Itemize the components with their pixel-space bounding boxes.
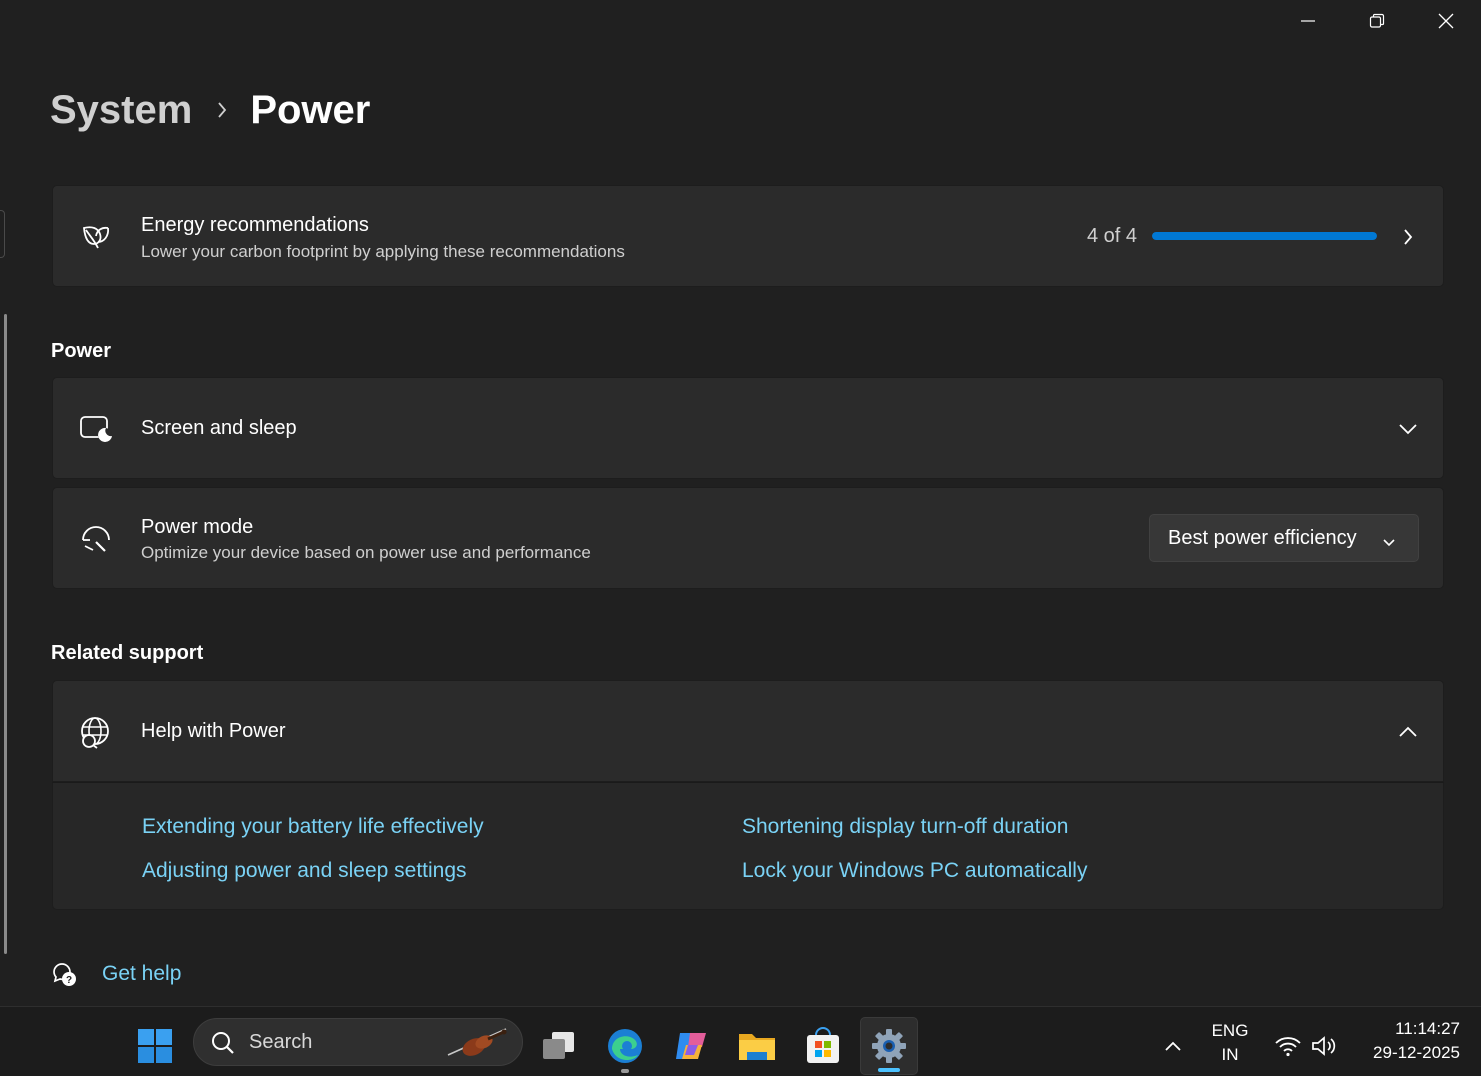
close-icon (1438, 13, 1454, 29)
chevron-down-icon (1382, 531, 1396, 554)
power-mode-subtitle: Optimize your device based on power use … (141, 543, 591, 562)
gear-icon (872, 1029, 906, 1063)
volume-icon (1312, 1036, 1336, 1056)
chat-help-icon: ? (53, 963, 76, 986)
globe-help-icon (79, 715, 113, 749)
chevron-down-icon (1397, 418, 1419, 440)
task-view-button[interactable] (530, 1017, 588, 1075)
nav-pane-edge[interactable] (0, 210, 5, 258)
microsoft-store-button[interactable] (794, 1017, 852, 1075)
close-button[interactable] (1412, 0, 1480, 42)
running-indicator (621, 1069, 629, 1073)
energy-subtitle: Lower your carbon footprint by applying … (141, 242, 625, 261)
store-icon (807, 1027, 839, 1063)
power-mode-dropdown[interactable]: Best power efficiency (1149, 514, 1419, 562)
edge-icon (608, 1029, 642, 1063)
screen-sleep-title: Screen and sleep (141, 417, 297, 439)
restore-button[interactable] (1343, 0, 1411, 42)
minimize-button[interactable] (1274, 0, 1342, 42)
section-heading-related-support: Related support (51, 642, 204, 664)
copilot-button[interactable] (662, 1017, 720, 1075)
language-indicator[interactable]: ENG IN (1206, 1021, 1254, 1065)
file-explorer-button[interactable] (728, 1017, 786, 1075)
restore-icon (1369, 13, 1385, 28)
screen-sleep-icon (79, 412, 113, 446)
breadcrumb-system[interactable]: System (50, 88, 192, 133)
task-view-icon (543, 1032, 574, 1059)
windows-logo-icon (138, 1029, 172, 1063)
start-button[interactable] (126, 1017, 184, 1075)
clock-time: 11:14:27 (1395, 1019, 1460, 1038)
network-volume-button[interactable] (1266, 1017, 1346, 1075)
leaf-icon (79, 220, 113, 254)
screen-and-sleep-card[interactable]: Screen and sleep (52, 377, 1444, 479)
minimize-icon (1301, 20, 1315, 22)
energy-progress-text: 4 of 4 (1086, 225, 1137, 247)
help-link-display-turn-off[interactable]: Shortening display turn-off duration (742, 815, 1068, 839)
get-help-label: Get help (102, 962, 182, 985)
search-icon (212, 1032, 234, 1054)
help-with-power-card[interactable]: Help with Power (52, 680, 1444, 782)
section-heading-power: Power (51, 340, 112, 362)
violin-icon (447, 1028, 507, 1056)
settings-button[interactable] (860, 1017, 918, 1075)
copilot-icon (676, 1033, 706, 1059)
energy-title: Energy recommendations (141, 214, 369, 236)
help-link-battery-life[interactable]: Extending your battery life effectively (142, 815, 484, 839)
folder-icon (739, 1034, 775, 1060)
help-link-lock-pc[interactable]: Lock your Windows PC automatically (742, 859, 1087, 883)
get-help-link[interactable]: ? Get help (50, 960, 181, 988)
help-with-power-title: Help with Power (141, 720, 286, 742)
page-title: Power (250, 87, 371, 132)
chevron-up-icon (1165, 1041, 1181, 1051)
chevron-right-icon (216, 101, 228, 119)
svg-text:?: ? (66, 975, 72, 986)
energy-progress-fill (1152, 232, 1377, 240)
scrollbar[interactable] (4, 314, 7, 954)
energy-recommendations-card[interactable]: Energy recommendations Lower your carbon… (52, 185, 1444, 287)
power-mode-selected: Best power efficiency (1168, 526, 1357, 549)
power-mode-title: Power mode (141, 516, 254, 538)
taskbar: Search ENG IN 11:14:27 29-12-2025 (0, 1006, 1481, 1076)
wifi-icon (1275, 1037, 1301, 1057)
clock[interactable]: 11:14:27 29-12-2025 (1352, 1019, 1460, 1063)
help-links-panel: Extending your battery life effectively … (52, 782, 1444, 910)
chevron-right-icon (1397, 226, 1419, 248)
clock-date: 29-12-2025 (1373, 1043, 1460, 1062)
power-mode-card: Power mode Optimize your device based on… (52, 487, 1444, 589)
region-code: IN (1221, 1045, 1239, 1064)
chevron-up-icon (1397, 721, 1419, 743)
language-code: ENG (1211, 1021, 1249, 1040)
energy-progress-bar (1152, 232, 1377, 240)
power-mode-icon (79, 522, 113, 556)
edge-button[interactable] (596, 1017, 654, 1075)
search-label: Search (249, 1031, 313, 1053)
help-link-power-sleep-settings[interactable]: Adjusting power and sleep settings (142, 859, 467, 883)
show-hidden-icons-button[interactable] (1144, 1017, 1202, 1075)
taskbar-search[interactable]: Search (193, 1018, 523, 1066)
breadcrumb: System Power (50, 84, 370, 136)
active-indicator (878, 1068, 900, 1072)
